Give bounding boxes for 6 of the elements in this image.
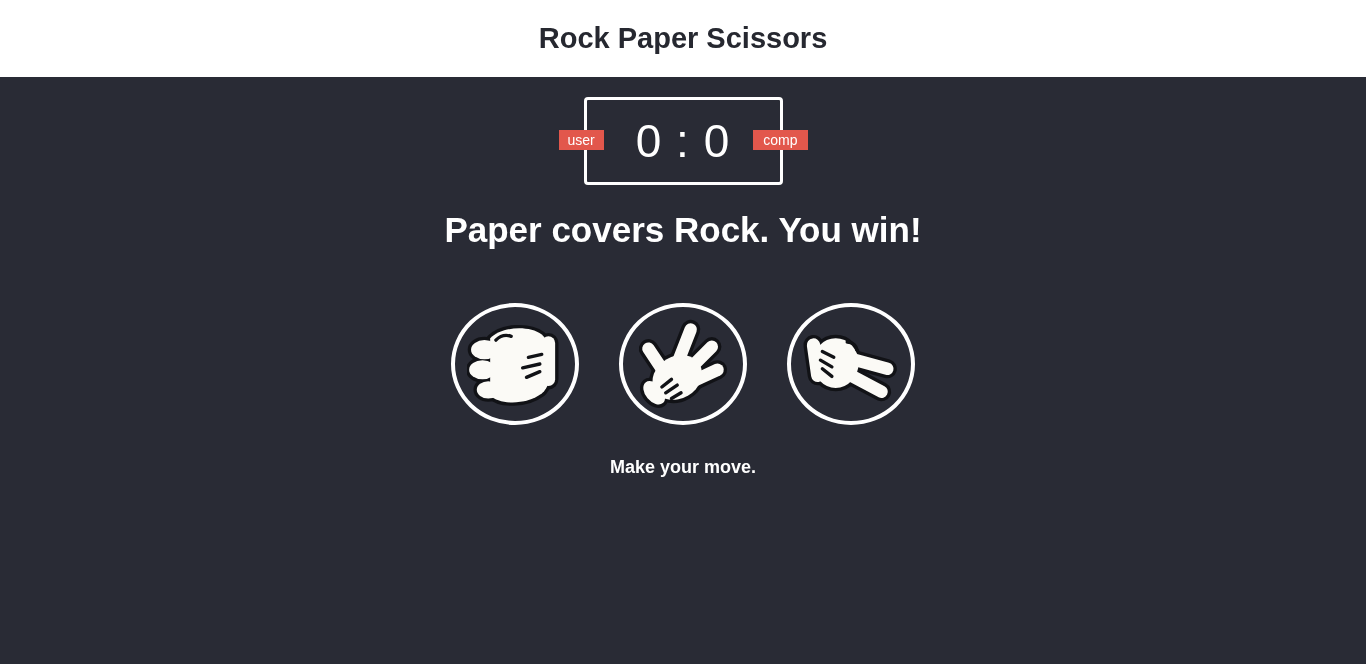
comp-badge: comp [753,130,808,150]
result-message: Paper covers Rock. You win! [444,209,922,251]
score-text: 0 : 0 [635,114,731,168]
page-title: Rock Paper Scissors [538,22,828,55]
prompt-text: Make your move. [609,457,757,478]
user-badge: user [558,130,604,150]
